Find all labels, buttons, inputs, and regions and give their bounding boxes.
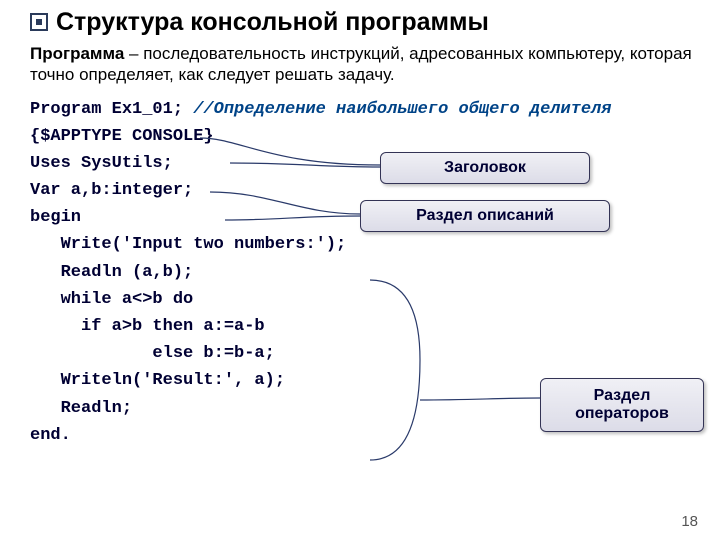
code-line-11: Writeln('Result:', a); [30,371,285,390]
code-line-3: Uses SysUtils; [30,154,173,173]
code-line-4: Var a,b:integer; [30,181,193,200]
code-comment: //Определение наибольшего общего делител… [183,100,611,119]
code-line-2: {$APPTYPE CONSOLE} [30,127,214,146]
label-operators: Раздел операторов [540,378,704,432]
code-line-5: begin [30,208,81,227]
code-line-12: Readln; [30,399,132,418]
code-line-7: Readln (a,b); [30,263,193,282]
code-line-6: Write('Input two numbers:'); [30,235,346,254]
bullet-icon [30,13,48,31]
code-line-9: if a>b then a:=a-b [30,317,265,336]
subtitle-rest: – последовательность инструкций, адресов… [30,44,692,84]
code-line-8: while a<>b do [30,290,193,309]
label-header: Заголовок [380,152,590,184]
subtitle-bold: Программа [30,44,124,63]
code-line-13: end. [30,426,71,445]
subtitle: Программа – последовательность инструкци… [30,43,700,86]
code-line-1a: Program Ex1_01; [30,100,183,119]
label-declarations: Раздел описаний [360,200,610,232]
code-line-10: else b:=b-a; [30,344,275,363]
page-number: 18 [681,513,698,530]
title-area: Структура консольной программы [30,8,700,37]
slide-title: Структура консольной программы [56,8,489,36]
